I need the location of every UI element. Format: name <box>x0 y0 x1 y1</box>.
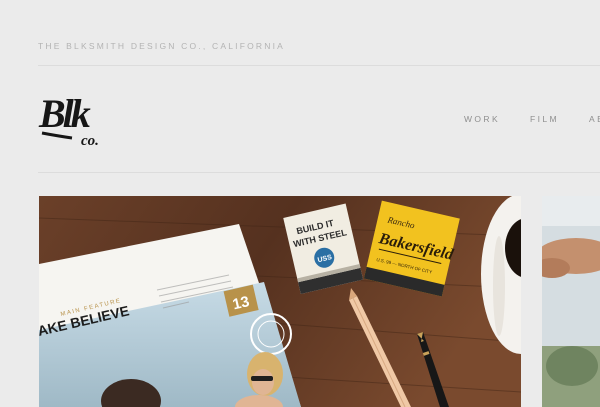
header-divider-bottom <box>38 172 600 173</box>
site-tagline: THE BLKSMITH DESIGN CO., CALIFORNIA <box>38 41 286 51</box>
nav-about[interactable]: AB <box>589 114 600 124</box>
site-logo[interactable]: Blk co. <box>38 89 108 149</box>
logo-wordmark: Blk <box>38 91 91 136</box>
logo-sub: co. <box>81 133 99 149</box>
next-slide-image[interactable] <box>542 196 600 407</box>
header-divider-top <box>38 65 600 66</box>
nav-film[interactable]: FILM <box>530 114 559 124</box>
nav-work[interactable]: WORK <box>464 114 500 124</box>
hero-image[interactable]: MAIN FEATURE AKE BELIEVE 13 BUILD IT WIT… <box>39 196 521 407</box>
